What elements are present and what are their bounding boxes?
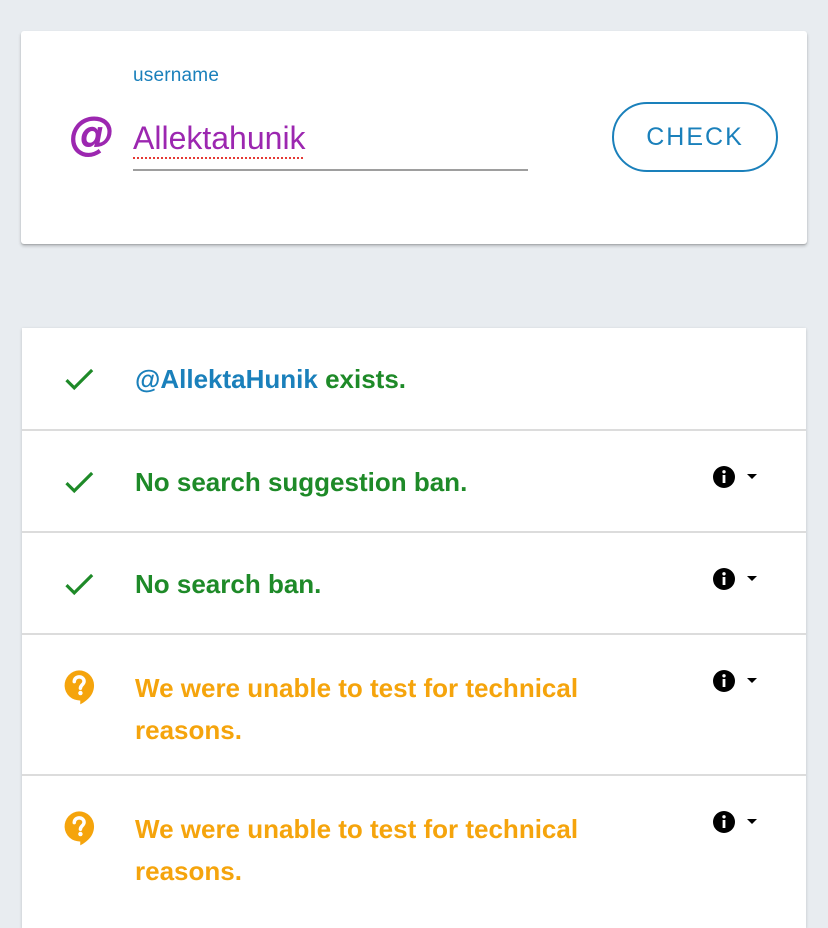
account-handle[interactable]: @AllektaHunik (135, 364, 318, 394)
caret-down-icon (747, 819, 757, 824)
result-row-unable-to-test: We were unable to test for technical rea… (22, 635, 806, 776)
check-icon (65, 368, 94, 391)
info-icon (713, 466, 735, 488)
info-icon (713, 568, 735, 590)
check-button[interactable]: CHECK (612, 102, 778, 172)
info-icon (713, 811, 735, 833)
result-row-search-ban: No search ban. (22, 533, 806, 635)
caret-down-icon (747, 474, 757, 479)
question-bubble-icon (64, 811, 95, 846)
question-bubble-icon (64, 670, 95, 705)
result-row-exists: @AllektaHunik exists. (22, 328, 806, 431)
check-icon (65, 471, 94, 494)
result-text-search-ban: No search ban. (135, 569, 322, 599)
result-text-unable-to-test-2: We were unable to test for technical rea… (135, 814, 579, 886)
result-text-exists: @AllektaHunik exists. (135, 358, 406, 400)
caret-down-icon (747, 576, 757, 581)
username-search-card: @ username Allektahunik CHECK (21, 31, 807, 244)
info-toggle-search-suggestion-ban[interactable] (712, 462, 774, 492)
result-text-unable-to-test: We were unable to test for technical rea… (135, 673, 579, 745)
username-input[interactable]: Allektahunik (133, 107, 528, 171)
caret-down-icon (747, 678, 757, 683)
info-toggle-unable-to-test-2[interactable] (712, 807, 774, 837)
info-icon (713, 670, 735, 692)
results-list: @AllektaHunik exists. No search suggesti… (22, 328, 806, 928)
username-field-label: username (133, 65, 220, 86)
info-toggle-search-ban[interactable] (712, 564, 774, 594)
check-icon (65, 573, 94, 596)
info-toggle-unable-to-test[interactable] (712, 666, 774, 696)
result-row-unable-to-test-2: We were unable to test for technical rea… (22, 776, 806, 928)
username-input-value: Allektahunik (133, 120, 306, 156)
at-sign-icon: @ (69, 106, 115, 160)
result-row-search-suggestion-ban: No search suggestion ban. (22, 431, 806, 533)
result-text-search-suggestion-ban: No search suggestion ban. (135, 467, 468, 497)
exists-message: exists. (317, 364, 407, 394)
